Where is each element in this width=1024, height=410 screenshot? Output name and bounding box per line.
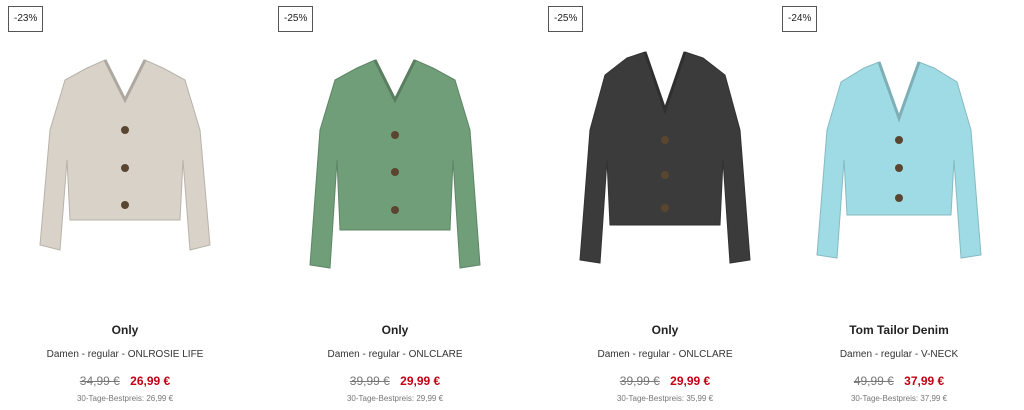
best-price-note: 30-Tage-Bestpreis: 37,99 €: [850, 394, 948, 403]
cardigan-shape: [309, 59, 481, 269]
sale-price: 29,99 €: [670, 374, 711, 388]
price-row: 34,99 € 26,99 €: [0, 374, 250, 388]
product-description[interactable]: Damen - regular - V-NECK: [774, 349, 1024, 360]
product-brand[interactable]: Tom Tailor Denim: [774, 323, 1024, 337]
price-row: 49,99 € 37,99 €: [774, 374, 1024, 388]
sale-price: 29,99 €: [400, 374, 441, 388]
best-price-note: 30-Tage-Bestpreis: 29,99 €: [346, 394, 444, 403]
discount-badge: -23%: [8, 6, 44, 32]
sale-price: 37,99 €: [904, 374, 945, 388]
product-grid: -23% Only Damen - regular - ONLROSIE LIF…: [0, 0, 1024, 410]
old-price: 49,99 €: [853, 374, 894, 388]
sale-price: 26,99 €: [130, 374, 171, 388]
product-card[interactable]: -24% Tom Tailor Denim Damen - regular - …: [774, 0, 1024, 410]
old-price: 39,99 €: [619, 374, 660, 388]
product-brand[interactable]: Only: [540, 323, 790, 337]
product-description[interactable]: Damen - regular - ONLCLARE: [270, 349, 520, 360]
product-card[interactable]: -25% Only Damen - regular - ONLCLARE 39,…: [540, 0, 790, 410]
product-image[interactable]: [799, 40, 999, 275]
discount-badge: -24%: [782, 6, 818, 32]
product-image[interactable]: [25, 40, 225, 275]
product-description[interactable]: Damen - regular - ONLCLARE: [540, 349, 790, 360]
price-row: 39,99 € 29,99 €: [270, 374, 520, 388]
cardigan-shape: [39, 59, 211, 251]
product-image[interactable]: [295, 40, 495, 275]
cardigan-shape: [579, 51, 751, 264]
product-image[interactable]: [565, 40, 765, 275]
price-row: 39,99 € 29,99 €: [540, 374, 790, 388]
best-price-note: 30-Tage-Bestpreis: 26,99 €: [76, 394, 174, 403]
best-price-note: 30-Tage-Bestpreis: 35,99 €: [616, 394, 714, 403]
product-brand[interactable]: Only: [0, 323, 250, 337]
old-price: 39,99 €: [349, 374, 390, 388]
product-card[interactable]: -25% Only Damen - regular - ONLCLARE 39,…: [270, 0, 520, 410]
cardigan-shape: [816, 61, 982, 259]
discount-badge: -25%: [278, 6, 314, 32]
discount-badge: -25%: [548, 6, 584, 32]
product-description[interactable]: Damen - regular - ONLROSIE LIFE: [0, 349, 250, 360]
product-card[interactable]: -23% Only Damen - regular - ONLROSIE LIF…: [0, 0, 250, 410]
product-brand[interactable]: Only: [270, 323, 520, 337]
old-price: 34,99 €: [79, 374, 120, 388]
